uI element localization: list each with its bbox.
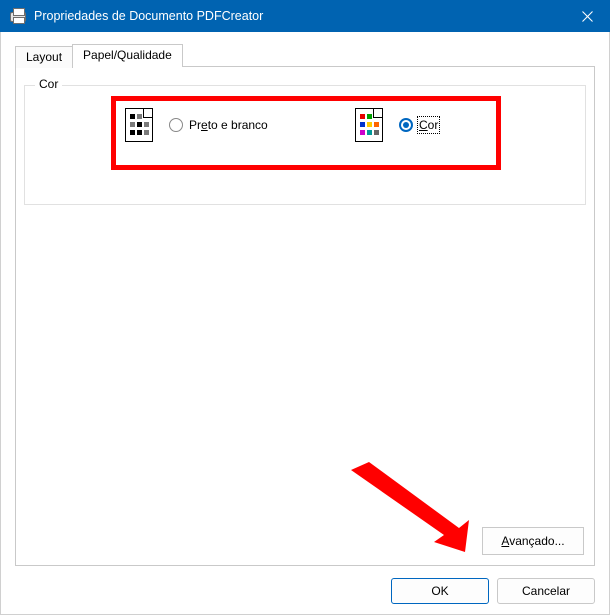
radio-black-and-white[interactable]: Preto e branco	[169, 118, 268, 132]
close-icon	[582, 11, 593, 22]
tab-paper-quality-label: Papel/Qualidade	[83, 48, 172, 62]
window-title: Propriedades de Documento PDFCreator	[34, 9, 564, 23]
advanced-button[interactable]: Avançado...	[482, 527, 584, 555]
groupbox-color: Cor	[24, 85, 586, 205]
radio-black-and-white-label: Preto e branco	[189, 118, 268, 132]
radio-color[interactable]: Cor	[399, 118, 438, 132]
document-bw-icon	[125, 108, 153, 142]
advanced-button-label: Avançado...	[501, 534, 564, 548]
cancel-button-label: Cancelar	[522, 584, 570, 598]
titlebar: Propriedades de Documento PDFCreator	[0, 0, 610, 32]
tab-layout-label: Layout	[26, 50, 62, 64]
tab-layout[interactable]: Layout	[15, 46, 73, 68]
dialog-client-area: Layout Papel/Qualidade Cor	[0, 32, 610, 615]
option-color: Cor	[355, 108, 438, 142]
close-button[interactable]	[564, 0, 610, 32]
tab-page-paper-quality: Cor	[15, 66, 595, 566]
dialog-button-row: OK Cancelar	[391, 578, 595, 604]
radio-color-label: Cor	[419, 118, 438, 132]
ok-button[interactable]: OK	[391, 578, 489, 604]
document-color-icon	[355, 108, 383, 142]
groupbox-color-legend: Cor	[35, 77, 62, 91]
tabstrip: Layout Papel/Qualidade	[15, 44, 182, 67]
cancel-button[interactable]: Cancelar	[497, 578, 595, 604]
tab-paper-quality[interactable]: Papel/Qualidade	[72, 44, 183, 67]
option-black-and-white: Preto e branco	[125, 108, 355, 142]
color-options-row: Preto e branco	[125, 108, 485, 142]
printer-icon	[10, 8, 26, 24]
ok-button-label: OK	[431, 584, 448, 598]
